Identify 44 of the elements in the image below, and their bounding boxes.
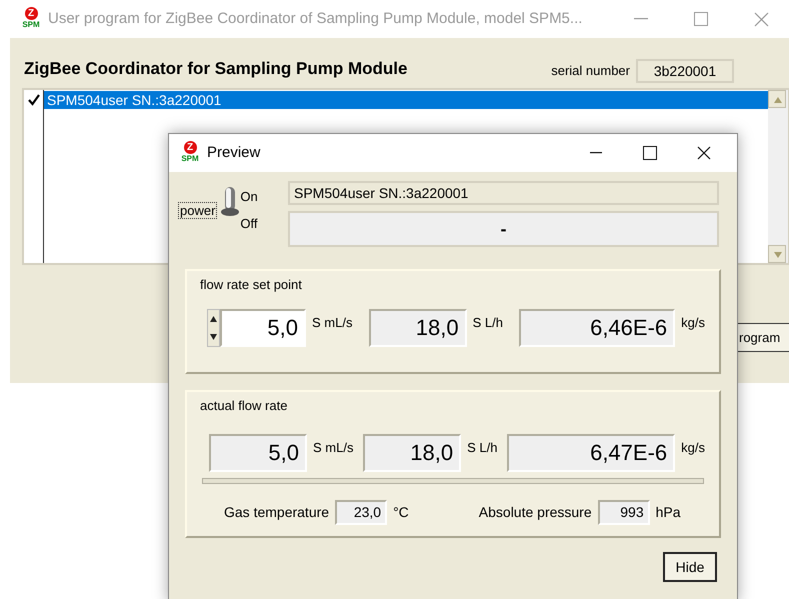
readout-field: 6,46E-6	[519, 308, 676, 346]
unit-label: °C	[393, 502, 409, 522]
readout-field: 993	[598, 500, 650, 524]
power-label: power	[178, 202, 218, 219]
unit-label: kg/s	[681, 438, 705, 457]
status-field: -	[288, 211, 719, 247]
unit-label: kg/s	[681, 314, 705, 332]
group-title: flow rate set point	[200, 276, 303, 294]
close-icon	[754, 12, 768, 26]
serial-number-field: 3b220001	[636, 59, 734, 83]
window-title: Preview	[207, 142, 260, 163]
readout-field: 18,0	[368, 308, 467, 346]
on-label: On	[240, 189, 258, 204]
maximize-icon	[643, 146, 657, 160]
input-field[interactable]: 5,0	[220, 308, 306, 346]
spin-buttons[interactable]	[207, 308, 220, 346]
device-list-item[interactable]: SPM504user SN.:3a220001	[44, 91, 768, 109]
device-name-field: SPM504user SN.:3a220001	[288, 181, 719, 205]
program-button[interactable]: rogram	[737, 323, 789, 352]
window-title: User program for ZigBee Coordinator of Sampling Pump Module, model SPM5...	[48, 8, 582, 29]
minimize-icon	[634, 18, 648, 20]
unit-label: S mL/s	[313, 438, 354, 456]
maximize-icon	[694, 12, 708, 26]
readout-field: 23,0	[335, 500, 388, 524]
group-title: actual flow rate	[200, 397, 288, 415]
readout-field: 6,47E-6	[507, 434, 676, 472]
serial-number-label: serial number	[551, 62, 630, 80]
unit-label: hPa	[656, 502, 681, 522]
off-label: Off	[240, 216, 258, 231]
scroll-up-icon[interactable]	[768, 90, 786, 108]
scroll-down-icon[interactable]	[768, 245, 786, 263]
unit-label: S L/h	[467, 438, 498, 456]
scrollbar[interactable]	[768, 90, 788, 263]
minimize-icon	[590, 152, 602, 154]
readout-field: 18,0	[363, 434, 462, 472]
close-icon	[697, 146, 711, 160]
hide-button[interactable]: Hide	[663, 552, 717, 582]
readout-field: 5,0	[209, 434, 307, 472]
field-label: Absolute pressure	[478, 502, 592, 522]
toggle-switch[interactable]	[220, 185, 240, 217]
heading: ZigBee Coordinator for Sampling Pump Module	[24, 58, 408, 80]
unit-label: S mL/s	[312, 314, 352, 332]
field-label: Gas temperature	[224, 502, 330, 522]
unit-label: S L/h	[472, 314, 503, 332]
